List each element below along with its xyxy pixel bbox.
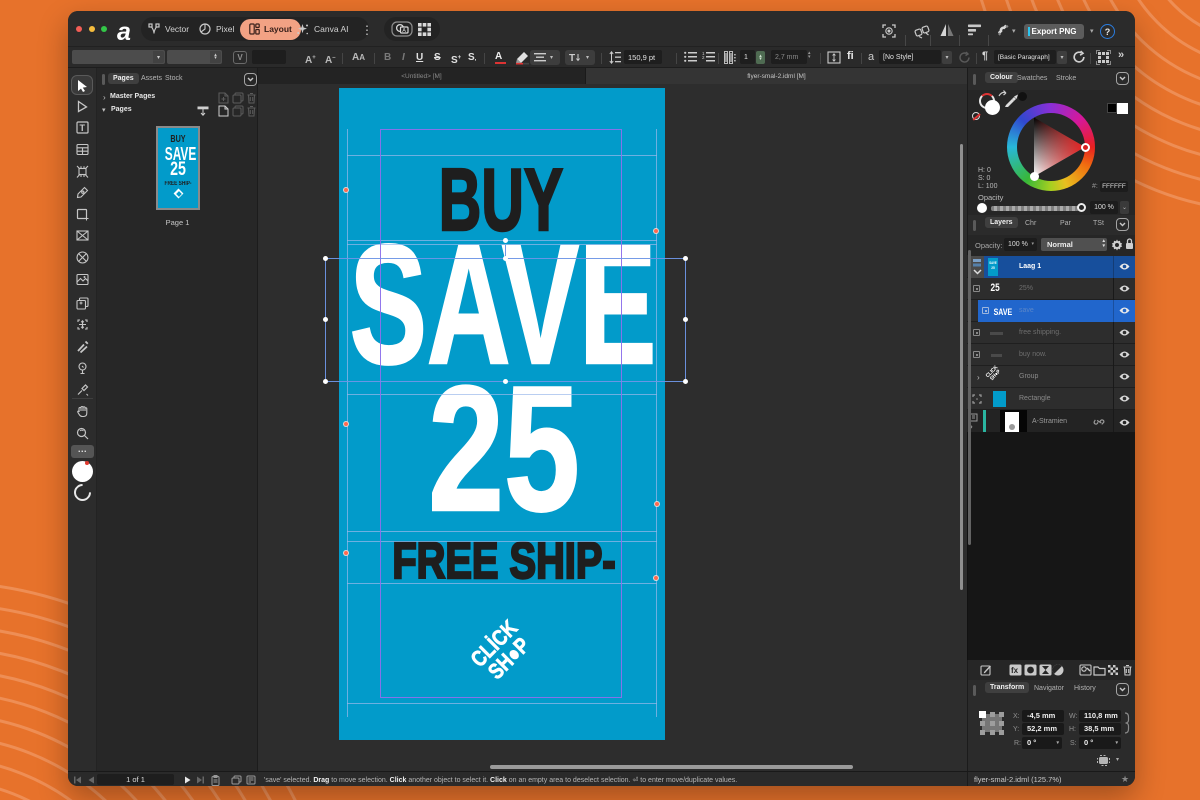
svg-text:T: T (80, 123, 86, 133)
svg-text:fx: fx (1011, 666, 1019, 675)
svg-text:2: 2 (702, 55, 705, 60)
svg-text:A: A (402, 28, 406, 34)
svg-text:T: T (569, 53, 575, 63)
